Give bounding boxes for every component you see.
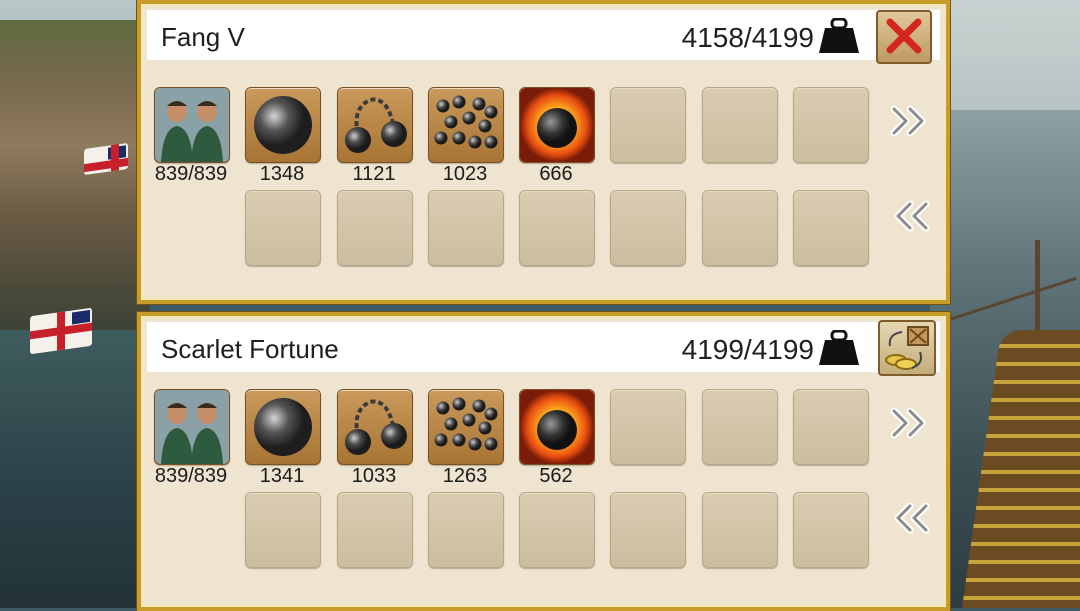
close-button[interactable] [876,10,932,64]
empty-cargo-slot[interactable] [610,389,686,465]
slot-count: 839/839 [154,465,228,487]
slot-count: 1341 [259,465,305,487]
transfer-right-button[interactable] [888,403,934,443]
cargo-slot[interactable] [245,87,321,163]
panel-header: Scarlet Fortune 4199/4199 [147,322,940,372]
chain-shot-icon [345,97,407,153]
slot-count: 1263 [442,465,488,487]
panel-header: Fang V 4158/4199 [147,10,940,60]
empty-cargo-slot[interactable] [337,190,413,266]
empty-cargo-slot[interactable] [245,492,321,568]
fire-ball-icon [520,88,594,162]
cargo-slot[interactable] [519,87,595,163]
cargo-slot[interactable] [245,389,321,465]
slot-count: 1348 [259,163,305,185]
trade-button[interactable] [878,320,936,376]
double-chevron-left-icon [894,200,930,232]
chain-shot-icon [345,399,407,455]
cargo-capacity: 4158/4199 [681,22,814,53]
grapeshot-icon [434,95,498,149]
slot-count: 562 [539,465,573,487]
double-chevron-left-icon [894,502,930,534]
cannonball-icon [254,398,312,456]
right-sky [930,0,1080,110]
empty-cargo-slot[interactable] [428,492,504,568]
close-icon [886,18,922,54]
crew-slot[interactable] [154,87,230,163]
slot-count: 839/839 [154,163,228,185]
empty-cargo-slot[interactable] [519,190,595,266]
transfer-right-button[interactable] [888,101,934,141]
grapeshot-icon [434,397,498,451]
empty-cargo-slot[interactable] [428,190,504,266]
double-chevron-right-icon [890,105,926,137]
empty-cargo-slot[interactable] [702,389,778,465]
empty-cargo-slot[interactable] [610,87,686,163]
empty-cargo-slot[interactable] [702,492,778,568]
slot-count: 1033 [351,465,397,487]
crew-slot[interactable] [154,389,230,465]
transfer-left-button[interactable] [886,498,932,538]
cargo-capacity: 4199/4199 [681,334,814,365]
cargo-slot[interactable] [428,87,504,163]
weight-icon [819,18,859,53]
empty-cargo-slot[interactable] [702,87,778,163]
empty-cargo-slot[interactable] [702,190,778,266]
empty-cargo-slot[interactable] [519,492,595,568]
fire-ball-icon [520,390,594,464]
double-chevron-right-icon [890,407,926,439]
cargo-slot[interactable] [337,389,413,465]
empty-cargo-slot[interactable] [610,190,686,266]
empty-cargo-slot[interactable] [793,190,869,266]
ship-name: Fang V [161,22,245,52]
slot-count: 1023 [442,163,488,185]
crew-portrait-icon [155,88,229,162]
empty-cargo-slot[interactable] [793,87,869,163]
slot-count: 1121 [352,163,396,185]
weight-icon [819,330,859,365]
harbor-water [0,330,150,608]
ship-name: Scarlet Fortune [161,334,339,364]
crew-portrait-icon [155,390,229,464]
cannonball-icon [254,96,312,154]
empty-cargo-slot[interactable] [337,492,413,568]
empty-cargo-slot[interactable] [610,492,686,568]
empty-cargo-slot[interactable] [245,190,321,266]
cargo-slot[interactable] [519,389,595,465]
slot-count: 666 [539,163,573,185]
cargo-slot[interactable] [337,87,413,163]
empty-cargo-slot[interactable] [793,492,869,568]
transfer-left-button[interactable] [886,196,932,236]
trade-crate-coins-icon [885,326,929,370]
empty-cargo-slot[interactable] [793,389,869,465]
cargo-slot[interactable] [428,389,504,465]
